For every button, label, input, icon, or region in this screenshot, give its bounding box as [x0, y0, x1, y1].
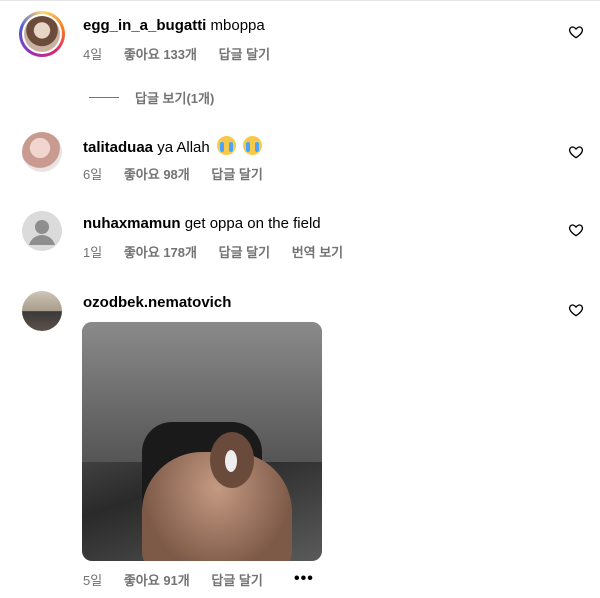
user-avatar[interactable]	[22, 291, 62, 331]
comment-meta: 1일 좋아요 178개 답글 달기 번역 보기	[83, 244, 361, 262]
comment-time[interactable]: 1일	[83, 245, 102, 260]
comment-text-line: talitaduaa ya Allah	[83, 136, 263, 158]
comment-likes[interactable]: 좋아요 133개	[124, 47, 197, 62]
comment-username[interactable]: nuhaxmamun	[83, 215, 181, 232]
loudly-crying-face-icon	[243, 136, 263, 155]
top-divider	[0, 0, 600, 1]
comment-likes[interactable]: 좋아요 98개	[124, 167, 190, 182]
more-options-icon[interactable]: •••	[294, 570, 314, 588]
comment-likes[interactable]: 좋아요 91개	[124, 573, 190, 588]
comment-likes[interactable]: 좋아요 178개	[124, 245, 197, 260]
comment-text: ya Allah	[157, 139, 210, 156]
comment-username[interactable]: ozodbek.nematovich	[83, 294, 231, 311]
replies-divider	[89, 96, 119, 98]
comment-text-line: ozodbek.nematovich	[83, 293, 231, 313]
avatar-image	[22, 14, 62, 54]
comment-text: mboppa	[210, 17, 265, 34]
comment-username[interactable]: talitaduaa	[83, 139, 153, 156]
comment-text-line: nuhaxmamun get oppa on the field	[83, 214, 321, 234]
heart-outline-icon[interactable]	[568, 144, 584, 160]
comment-time[interactable]: 4일	[83, 47, 102, 62]
heart-outline-icon[interactable]	[568, 24, 584, 40]
user-avatar[interactable]	[22, 132, 62, 172]
comment-media-image[interactable]	[82, 322, 322, 561]
reply-button[interactable]: 답글 달기	[219, 47, 270, 62]
reply-button[interactable]: 답글 달기	[211, 573, 262, 588]
comment-username[interactable]: egg_in_a_bugatti	[83, 17, 206, 34]
comment-meta: 6일 좋아요 98개 답글 달기	[83, 166, 281, 184]
loudly-crying-face-icon	[216, 136, 236, 155]
view-replies-label: 답글 보기(1개)	[135, 90, 215, 106]
default-user-avatar-icon	[22, 211, 62, 251]
reply-button[interactable]: 답글 달기	[211, 167, 262, 182]
comment-text: get oppa on the field	[184, 215, 321, 232]
view-replies-button[interactable]: 답글 보기(1개)	[89, 88, 214, 106]
comment-meta: 5일 좋아요 91개 답글 달기	[83, 572, 281, 590]
comment-meta: 4일 좋아요 133개 답글 달기	[83, 46, 288, 64]
heart-outline-icon[interactable]	[568, 222, 584, 238]
user-avatar[interactable]	[19, 11, 65, 57]
default-user-avatar[interactable]	[22, 211, 62, 251]
reply-button[interactable]: 답글 달기	[219, 245, 270, 260]
heart-outline-icon[interactable]	[568, 302, 584, 318]
comment-time[interactable]: 5일	[83, 573, 102, 588]
translate-button[interactable]: 번역 보기	[292, 245, 343, 260]
comment-text-line: egg_in_a_bugatti mboppa	[83, 16, 265, 36]
comment-time[interactable]: 6일	[83, 167, 102, 182]
